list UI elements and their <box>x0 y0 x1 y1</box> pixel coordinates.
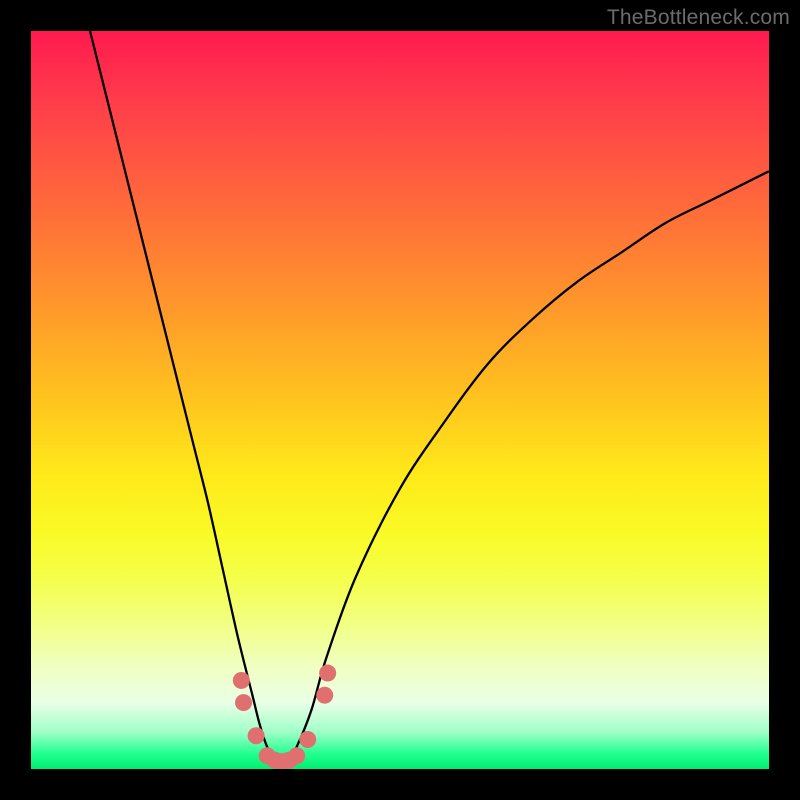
curve-line <box>90 31 769 762</box>
marker-point <box>299 731 316 748</box>
watermark-text: TheBottleneck.com <box>607 6 790 30</box>
chart-frame: TheBottleneck.com <box>0 0 800 800</box>
marker-point <box>316 687 333 704</box>
marker-point <box>235 694 252 711</box>
marker-point <box>319 665 336 682</box>
marker-point <box>233 672 250 689</box>
plot-area <box>31 31 769 769</box>
chart-svg <box>31 31 769 769</box>
marker-point <box>248 727 265 744</box>
marker-point <box>288 747 305 764</box>
